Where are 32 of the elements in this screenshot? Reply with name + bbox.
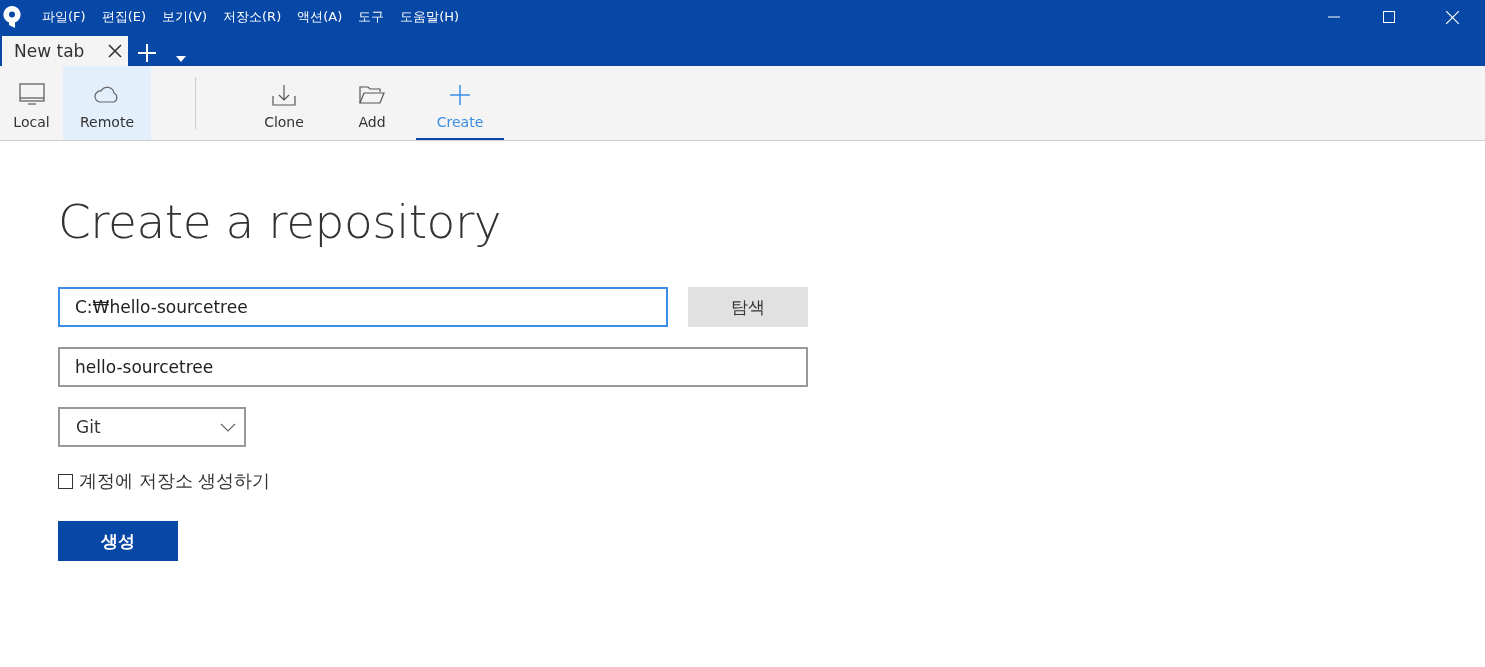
checkbox-label[interactable]: 계정에 저장소 생성하기: [79, 469, 271, 493]
menu-item[interactable]: 저장소(R): [215, 8, 290, 26]
menu-item[interactable]: 도구: [350, 8, 393, 26]
menu-item[interactable]: 도움말(H): [392, 8, 468, 26]
toolbar-button[interactable]: Local: [0, 66, 63, 140]
cloud-icon: [94, 86, 120, 104]
close-icon: [108, 44, 123, 58]
path-input-field[interactable]: C:₩hello-sourcetree: [58, 287, 668, 327]
menu-item[interactable]: 보기(V): [154, 8, 216, 26]
toolbar-button[interactable]: Remote: [63, 66, 151, 140]
minimize-icon: [1328, 16, 1340, 18]
folder-icon: [359, 85, 385, 105]
menu-item[interactable]: 파일(F): [34, 8, 94, 26]
menu-item[interactable]: 액션(A): [289, 8, 351, 26]
chevron-icon: [220, 422, 236, 432]
close-icon: [1445, 10, 1459, 24]
toolbar-button[interactable]: Clone: [240, 66, 328, 140]
plus-icon: [449, 84, 471, 106]
maximize-icon: [1383, 11, 1395, 23]
browse-button[interactable]: 탐색: [688, 287, 808, 327]
download-icon: [272, 84, 296, 106]
tab[interactable]: New tab: [2, 36, 129, 66]
page-heading: Create a repository: [58, 194, 502, 249]
plus-icon: [138, 44, 157, 62]
name-input-field[interactable]: hello-sourcetree: [58, 347, 808, 387]
monitor-icon: [18, 83, 45, 107]
toolbar-button[interactable]: Add: [328, 66, 416, 140]
caret-icon: [176, 56, 187, 62]
checkbox[interactable]: [58, 473, 73, 489]
menu-item[interactable]: 편집(E): [93, 8, 154, 26]
type-dropdown[interactable]: Git: [58, 407, 246, 447]
create-button[interactable]: 생성: [58, 521, 178, 561]
